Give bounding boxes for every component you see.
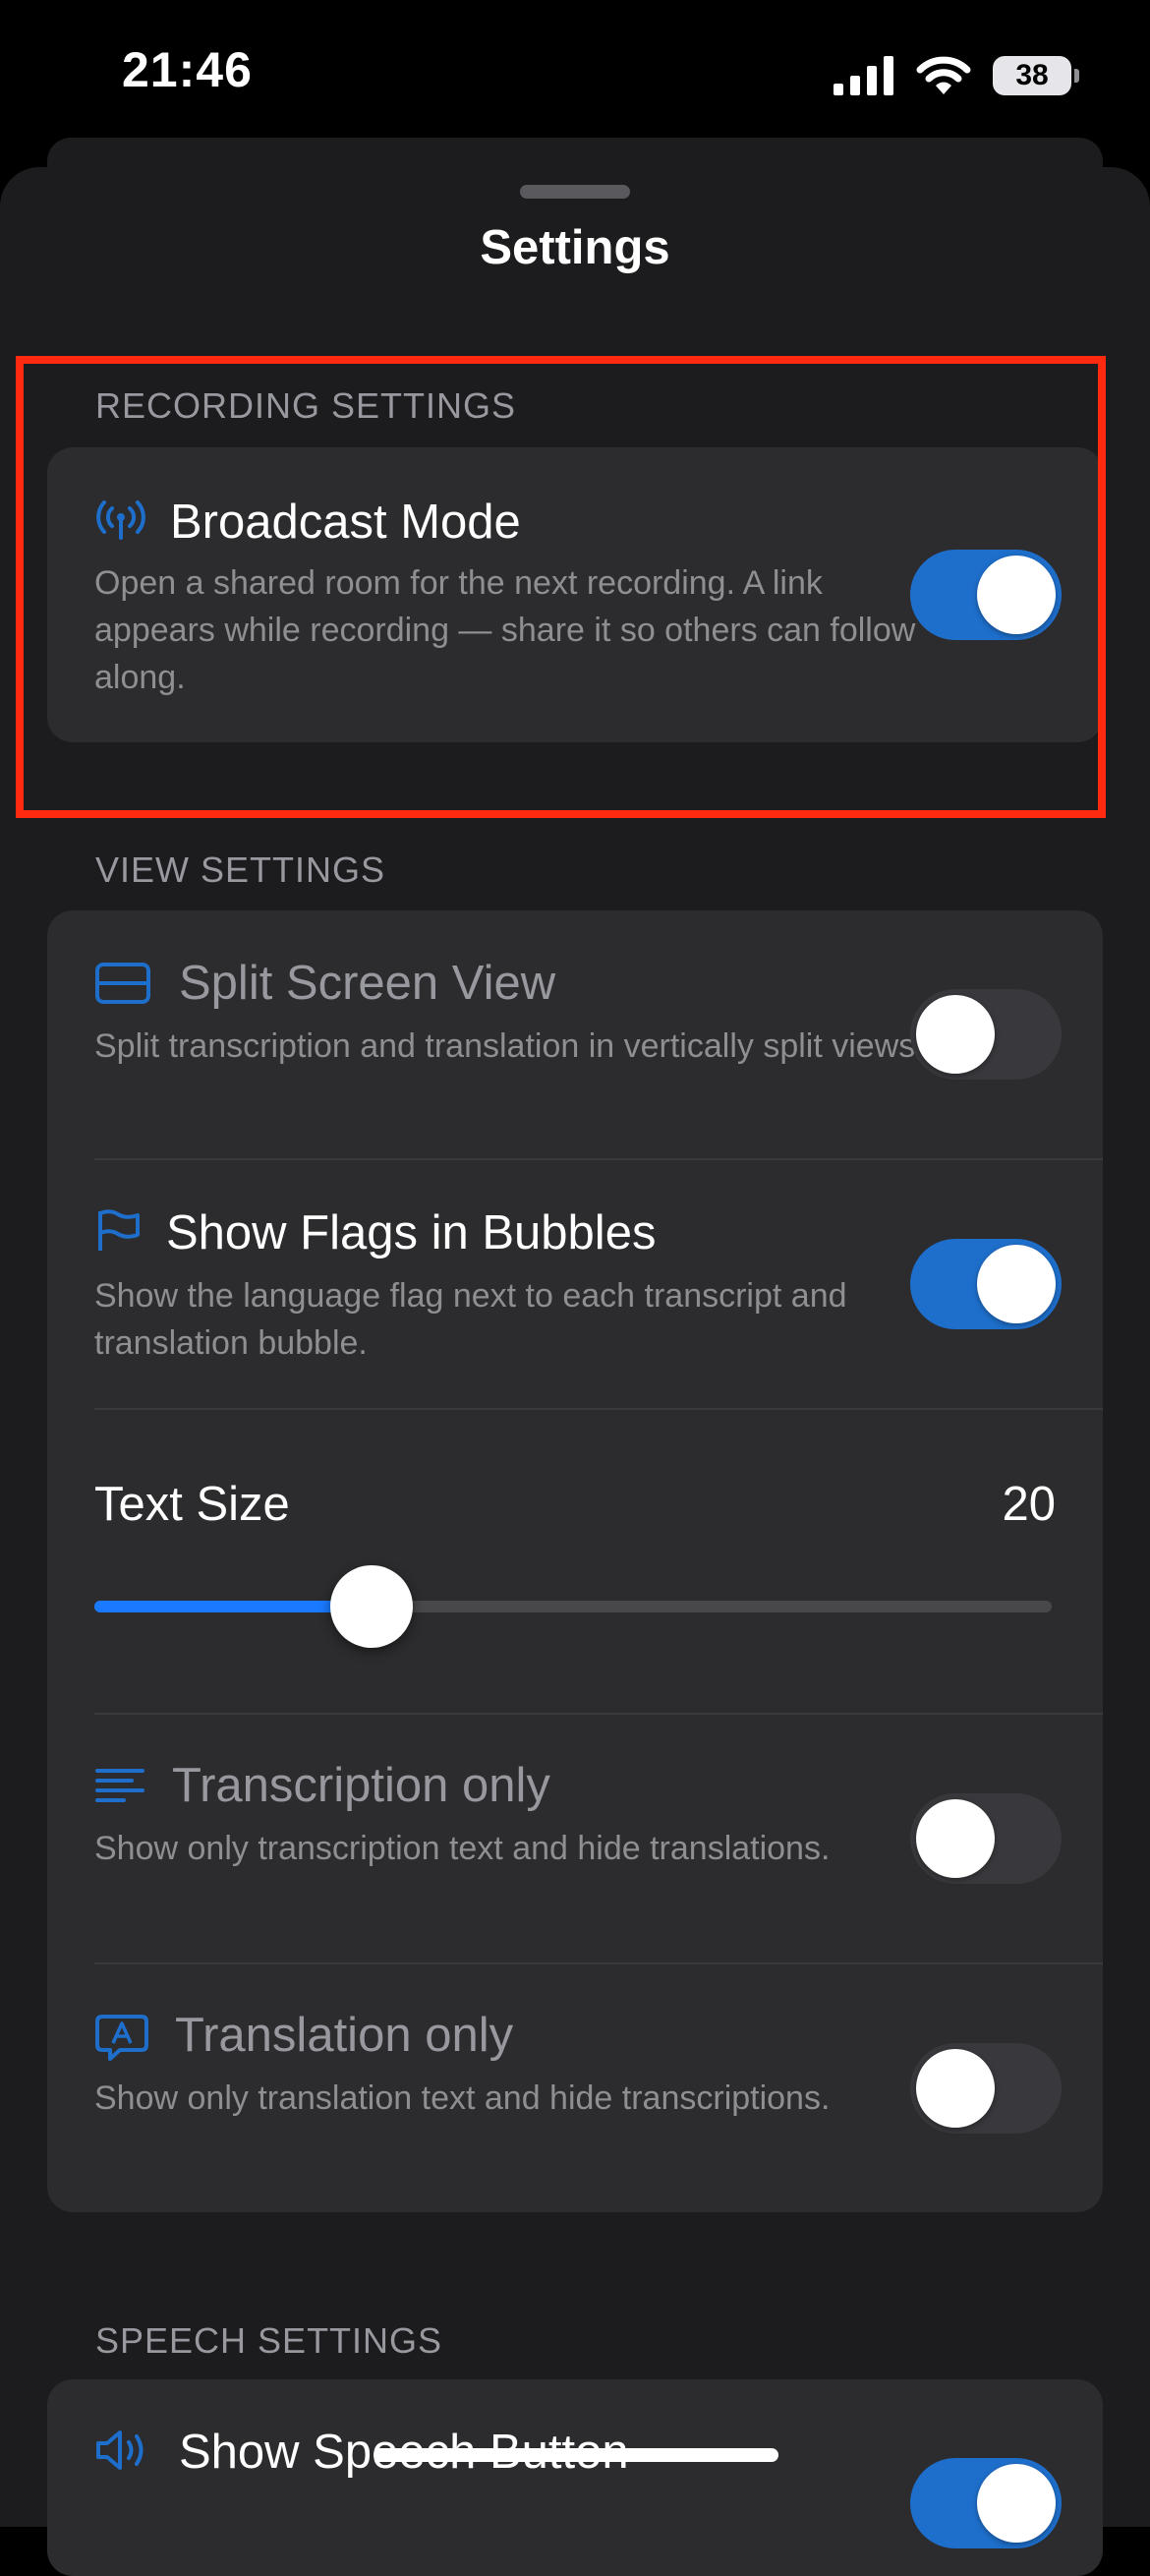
split-screen-icon [94, 962, 151, 1010]
split-screen-title: Split Screen View [179, 957, 556, 1010]
view-settings-header: VIEW SETTINGS [95, 849, 386, 890]
battery-cap [1074, 69, 1079, 83]
divider [94, 1713, 1103, 1715]
cellular-signal-icon [834, 56, 893, 95]
text-size-value: 20 [1002, 1478, 1056, 1531]
text-size-slider[interactable] [94, 1601, 1052, 1612]
home-indicator [374, 2448, 778, 2462]
battery-icon: 38 [993, 56, 1079, 95]
flag-icon [94, 1209, 142, 1258]
show-flags-title: Show Flags in Bubbles [166, 1206, 657, 1259]
sheet-title: Settings [480, 221, 670, 274]
toggle-knob [916, 2049, 995, 2128]
show-speech-button-toggle[interactable] [910, 2458, 1062, 2548]
battery-level: 38 [1015, 59, 1049, 91]
slider-thumb[interactable] [330, 1565, 414, 1648]
toggle-knob [977, 1245, 1056, 1323]
speaker-icon [94, 2429, 151, 2477]
split-screen-description: Split transcription and translation in v… [94, 1027, 916, 1065]
divider [94, 1158, 1103, 1160]
status-bar: 21:46 38 [0, 0, 1150, 138]
divider [94, 1962, 1103, 1964]
show-flags-toggle[interactable] [910, 1239, 1062, 1329]
translation-only-toggle[interactable] [910, 2043, 1062, 2134]
transcription-only-description: Show only transcription text and hide tr… [94, 1830, 831, 1867]
toggle-knob [977, 2464, 1056, 2543]
show-flags-description: Show the language flag next to each tran… [94, 1277, 847, 1362]
sheet-grabber[interactable] [520, 185, 630, 199]
translate-bubble-icon [94, 2014, 149, 2068]
status-icons: 38 [834, 51, 1079, 100]
wifi-icon [916, 56, 971, 94]
status-time: 21:46 [122, 42, 253, 97]
speech-settings-card: Show Speech Button [47, 2379, 1103, 2576]
translation-only-title: Translation only [175, 2009, 514, 2062]
toggle-knob [916, 1799, 995, 1878]
split-screen-toggle[interactable] [910, 989, 1062, 1080]
translation-only-description: Show only translation text and hide tran… [94, 2079, 831, 2117]
toggle-knob [916, 995, 995, 1074]
text-lines-icon [94, 1766, 145, 1810]
highlight-box [16, 356, 1106, 818]
divider [94, 1408, 1103, 1410]
speech-settings-header: SPEECH SETTINGS [95, 2320, 443, 2361]
transcription-only-title: Transcription only [172, 1759, 550, 1812]
transcription-only-toggle[interactable] [910, 1793, 1062, 1884]
view-settings-card: Split Screen View Split transcription an… [47, 910, 1103, 2212]
text-size-label: Text Size [94, 1478, 290, 1531]
